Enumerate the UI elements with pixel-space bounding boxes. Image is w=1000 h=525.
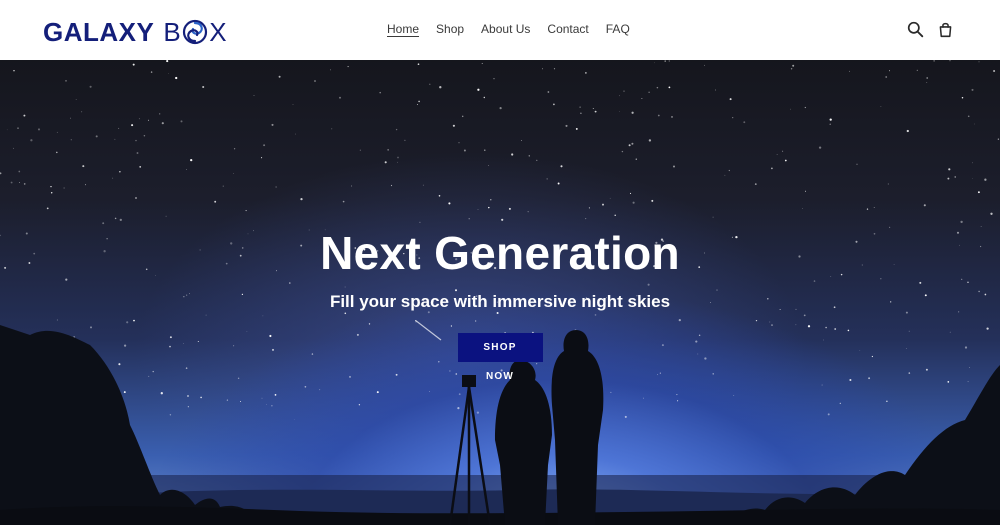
nav-item-shop[interactable]: Shop xyxy=(436,22,464,36)
nav-item-contact[interactable]: Contact xyxy=(547,22,588,36)
main-nav: Home Shop About Us Contact FAQ xyxy=(387,22,630,36)
brand-name-part1: GALAXY xyxy=(43,17,155,47)
nav-item-faq[interactable]: FAQ xyxy=(606,22,630,36)
search-icon[interactable] xyxy=(907,21,924,38)
brand-name-part2-prefix: B xyxy=(163,17,182,47)
hero-banner: Next Generation Fill your space with imm… xyxy=(0,60,1000,525)
hero-title: Next Generation xyxy=(320,227,680,279)
nav-item-home[interactable]: Home xyxy=(387,22,419,36)
hero-content: Next Generation Fill your space with imm… xyxy=(0,225,1000,384)
brand-logo[interactable]: GALAXY B X xyxy=(43,17,227,47)
site-header: GALAXY B X Home Shop About Us Contact FA… xyxy=(0,0,1000,60)
header-icons xyxy=(907,21,954,38)
nav-item-about-us[interactable]: About Us xyxy=(481,22,530,36)
galaxy-swirl-icon xyxy=(183,19,208,45)
shop-now-button[interactable]: SHOP NOW xyxy=(457,333,543,382)
cart-icon[interactable] xyxy=(937,21,954,38)
brand-name-part2-suffix: X xyxy=(209,17,228,47)
hero-subtitle: Fill your space with immersive night ski… xyxy=(329,292,671,311)
